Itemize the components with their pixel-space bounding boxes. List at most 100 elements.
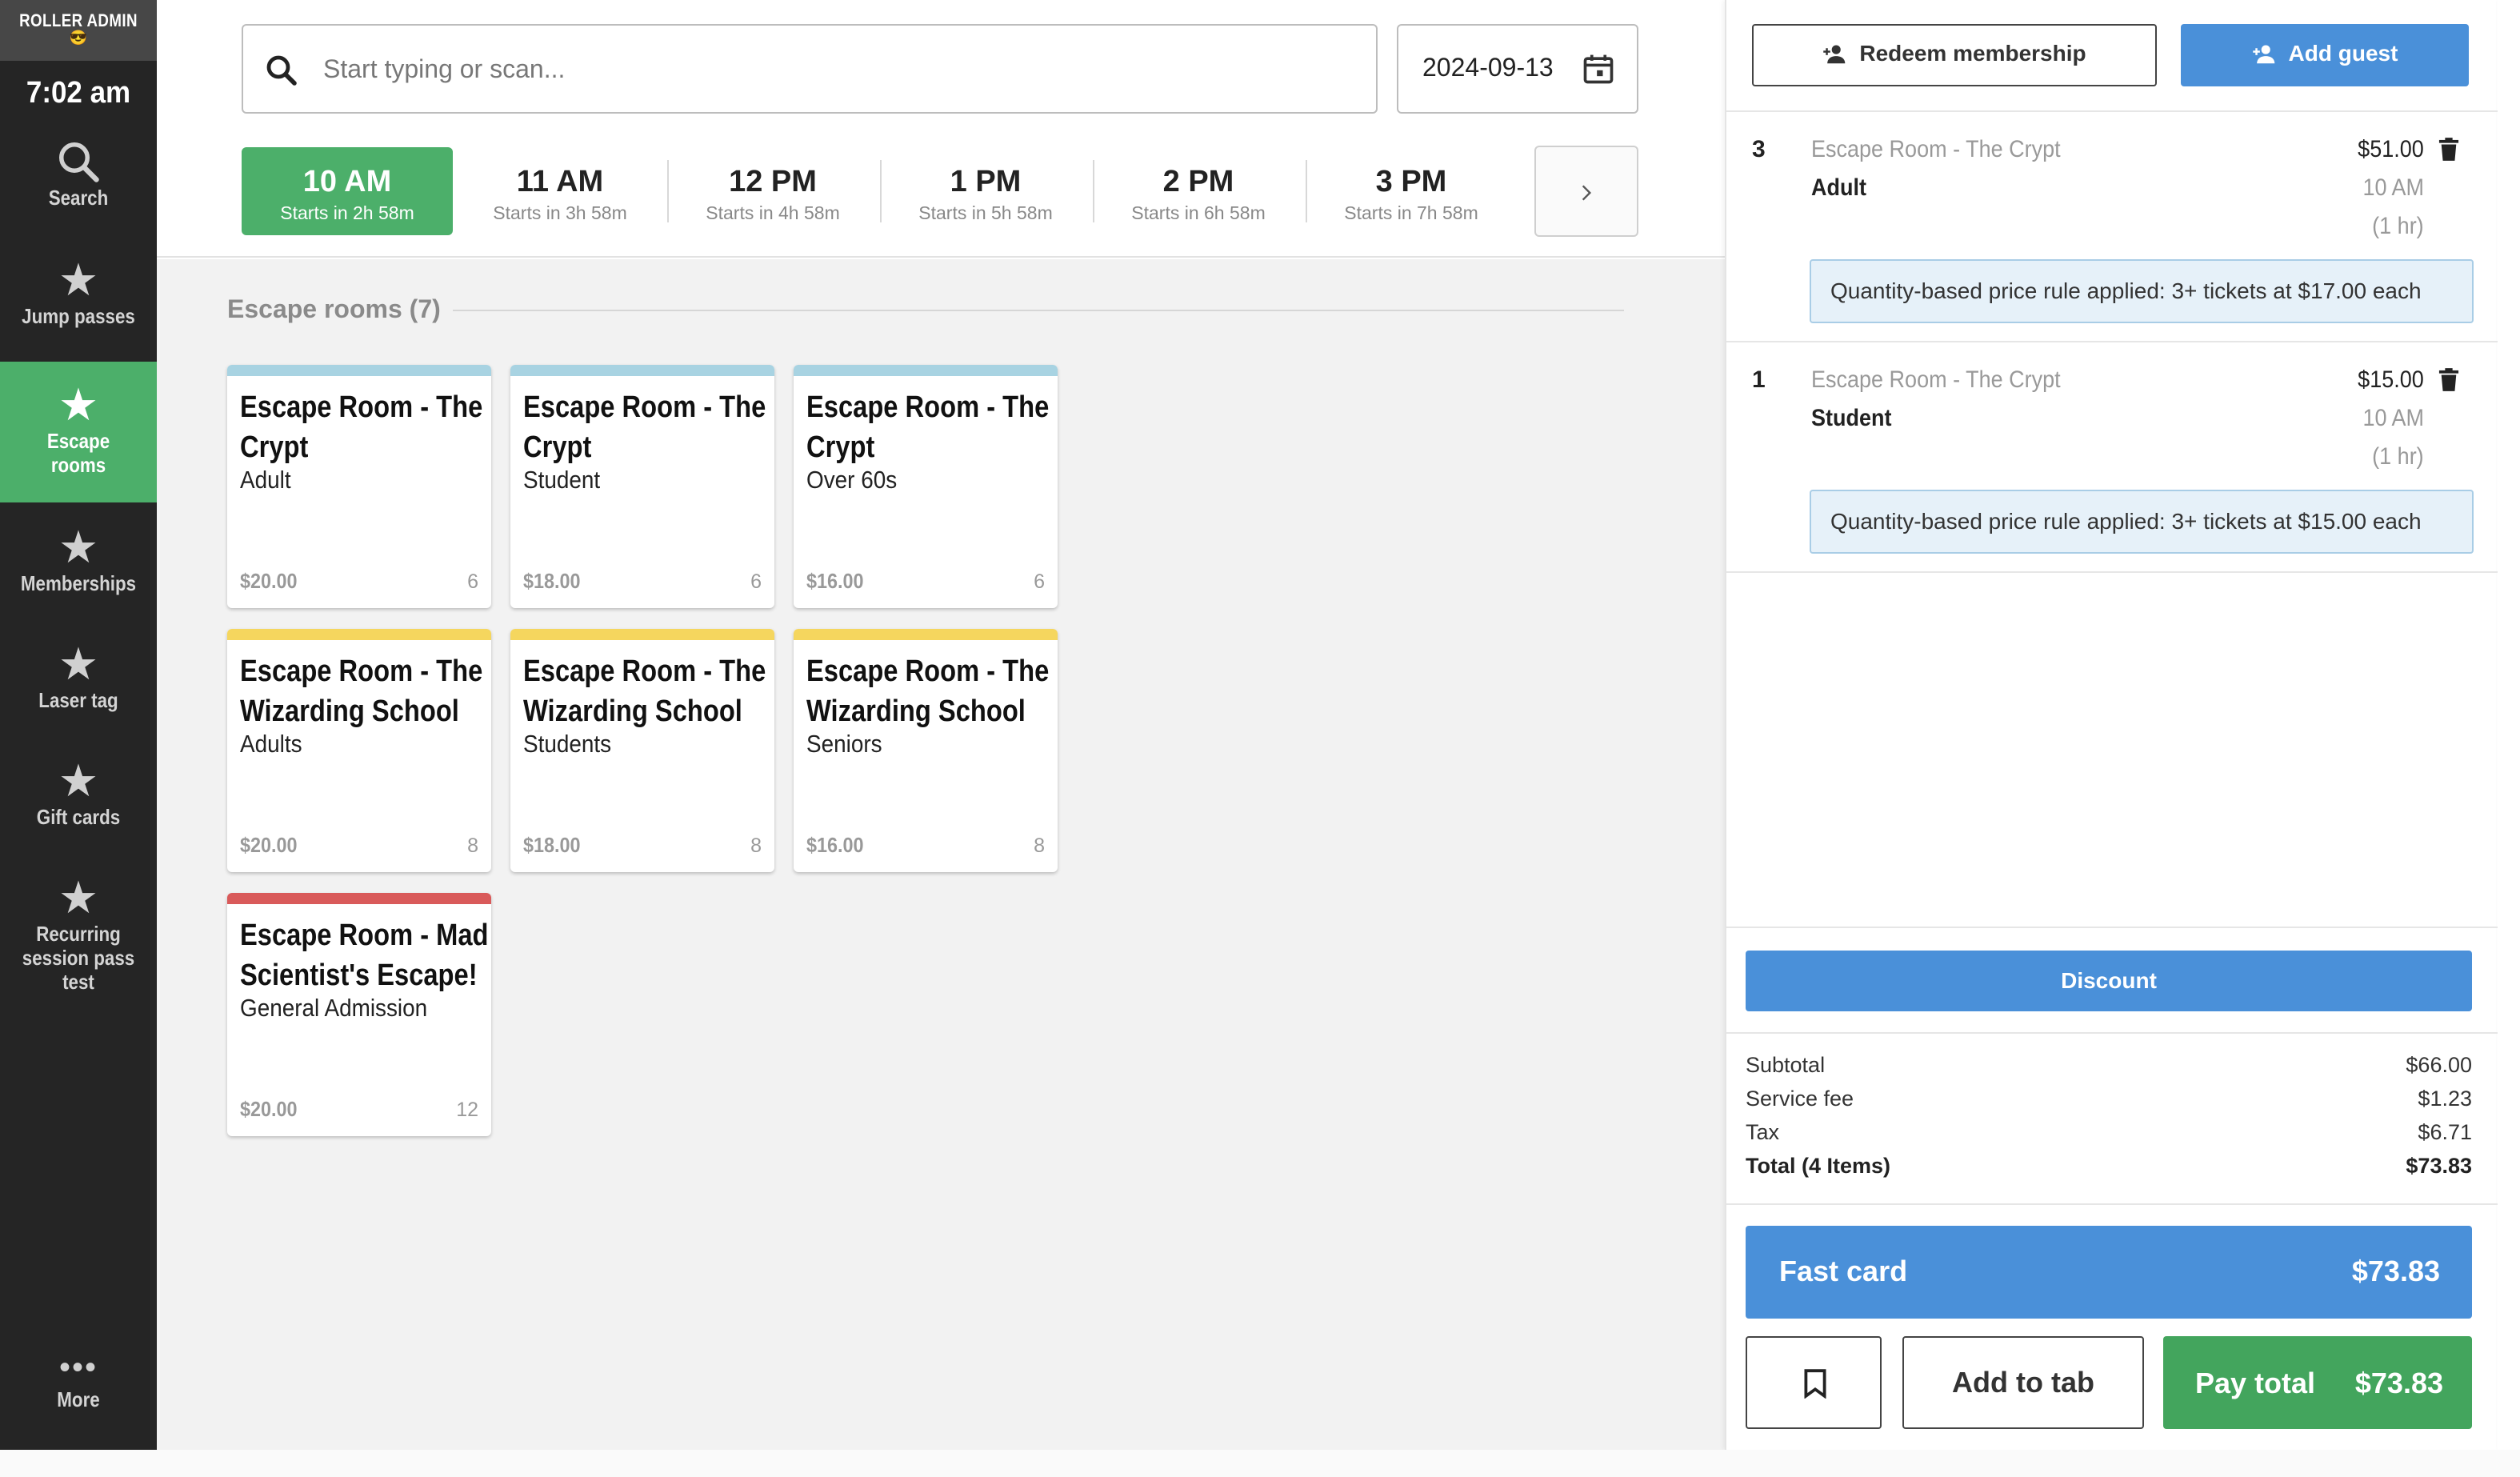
sidebar-item-label: Jump passes (22, 304, 135, 328)
product-count: 6 (467, 570, 478, 593)
sidebar-item-label: Recurring session pass test (22, 922, 135, 994)
session-tab-3pm[interactable]: 3 PM Starts in 7h 58m (1306, 147, 1517, 235)
product-color-bar (794, 629, 1058, 640)
cart-line-item[interactable]: 3 Escape Room - The Crypt Adult $51.00 1… (1726, 136, 2498, 339)
cart-divider (1726, 927, 2498, 928)
section-title: Escape rooms (7) (227, 294, 441, 323)
product-count: 12 (456, 1099, 478, 1121)
product-name: Escape Room - The Wizarding School (240, 654, 483, 728)
clock: 7:02 am (26, 76, 131, 110)
pay-total-button[interactable]: Pay total $73.83 (2163, 1336, 2472, 1429)
sidebar-item-label: Escape rooms (46, 429, 110, 477)
star-icon: ★ (58, 872, 99, 923)
calendar-icon[interactable] (1581, 51, 1616, 86)
product-count: 6 (1034, 570, 1045, 593)
cart-divider (1726, 1203, 2498, 1205)
product-card[interactable]: Escape Room - The Wizarding School Adults… (227, 629, 491, 872)
line-duration: (1 hr) (2372, 443, 2424, 470)
product-price: $18.00 (523, 833, 581, 857)
sidebar-item-label: Search (48, 186, 109, 210)
add-to-tab-button[interactable]: Add to tab (1902, 1336, 2144, 1429)
search-icon (266, 55, 297, 86)
redeem-membership-button[interactable]: Redeem membership (1752, 24, 2157, 86)
session-tab-1pm[interactable]: 1 PM Starts in 5h 58m (880, 147, 1091, 235)
session-tab-11am[interactable]: 11 AM Starts in 3h 58m (454, 147, 666, 235)
total-label: Total (4 Items) (1746, 1154, 1891, 1178)
chevron-right-icon (1582, 185, 1592, 201)
trash-icon[interactable] (2438, 138, 2459, 162)
cart-line-item[interactable]: 1 Escape Room - The Crypt Student $15.00… (1726, 366, 2498, 570)
product-color-bar (227, 365, 491, 376)
subtotal-value: $66.00 (2406, 1053, 2472, 1077)
product-price: $16.00 (806, 833, 864, 857)
sidebar-item-gift-cards[interactable]: ★ Gift cards (0, 757, 157, 837)
star-icon: ★ (58, 522, 99, 572)
cart-divider (1726, 341, 2498, 342)
product-card[interactable]: Escape Room - The Wizarding School Senior… (794, 629, 1058, 872)
sidebar-item-more[interactable]: ••• More (0, 1351, 157, 1435)
sidebar-item-jump-passes[interactable]: ★ Jump passes (0, 256, 157, 350)
date-picker[interactable]: 2024-09-13 (1397, 24, 1638, 114)
service-fee-label: Service fee (1746, 1087, 1854, 1111)
product-name: Escape Room - The Wizarding School (806, 654, 1050, 728)
session-time: 12 PM (729, 165, 817, 198)
add-guest-button[interactable]: Add guest (2181, 24, 2469, 86)
person-add-icon (2252, 45, 2274, 63)
cart-divider (1726, 571, 2498, 573)
session-starts: Starts in 6h 58m (1131, 202, 1266, 223)
sidebar-item-recurring-session-pass-test[interactable]: ★ Recurring session pass test (0, 874, 157, 1010)
section-divider (453, 310, 1624, 311)
product-count: 8 (467, 835, 478, 857)
session-starts: Starts in 7h 58m (1344, 202, 1478, 223)
product-price: $18.00 (523, 569, 581, 593)
next-sessions-button[interactable] (1534, 146, 1638, 237)
price-rule-notice: Quantity-based price rule applied: 3+ ti… (1810, 259, 2474, 323)
session-time: 1 PM (950, 165, 1022, 198)
search-icon (0, 138, 157, 186)
search-bar[interactable] (242, 24, 1378, 114)
product-name: Escape Room - The Crypt (806, 390, 1050, 464)
product-card[interactable]: Escape Room - The Wizarding School Studen… (510, 629, 774, 872)
date-value: 2024-09-13 (1422, 53, 1554, 82)
line-quantity: 1 (1752, 366, 1766, 393)
product-variant: Adult (240, 466, 291, 494)
session-starts: Starts in 3h 58m (493, 202, 627, 223)
product-color-bar (227, 893, 491, 904)
total-value: $73.83 (2406, 1154, 2472, 1178)
sidebar-item-laser-tag[interactable]: ★ Laser tag (0, 640, 157, 720)
trash-icon[interactable] (2438, 368, 2459, 392)
search-input[interactable] (323, 27, 1347, 110)
star-icon: ★ (58, 755, 99, 806)
line-time: 10 AM (2362, 405, 2424, 431)
session-tab-10am[interactable]: 10 AM Starts in 2h 58m (242, 147, 453, 235)
save-order-button[interactable] (1746, 1336, 1882, 1429)
product-card[interactable]: Escape Room - The Crypt Student $18.00 6 (510, 365, 774, 608)
product-name: Escape Room - The Wizarding School (523, 654, 766, 728)
session-tab-12pm[interactable]: 12 PM Starts in 4h 58m (667, 147, 878, 235)
product-price: $20.00 (240, 1097, 298, 1121)
line-quantity: 3 (1752, 136, 1766, 162)
session-starts: Starts in 4h 58m (706, 202, 840, 223)
sidebar-item-search[interactable]: Search (0, 138, 157, 232)
product-card[interactable]: Escape Room - The Crypt Adult $20.00 6 (227, 365, 491, 608)
sidebar-item-label: Memberships (20, 571, 137, 595)
product-color-bar (794, 365, 1058, 376)
product-name: Escape Room - Mad Scientist's Escape! (240, 919, 489, 992)
product-price: $20.00 (240, 569, 298, 593)
session-tab-2pm[interactable]: 2 PM Starts in 6h 58m (1093, 147, 1304, 235)
line-time: 10 AM (2362, 174, 2424, 201)
session-time: 11 AM (516, 165, 604, 198)
price-rule-notice: Quantity-based price rule applied: 3+ ti… (1810, 490, 2474, 554)
sidebar-item-escape-rooms[interactable]: ★ Escape rooms (0, 362, 157, 502)
add-guest-label: Add guest (2288, 40, 2398, 66)
discount-button[interactable]: Discount (1746, 951, 2472, 1011)
fast-card-button[interactable]: Fast card $73.83 (1746, 1226, 2472, 1319)
brand-emoji: 😎 (69, 30, 88, 46)
bookmark-icon (1804, 1369, 1826, 1399)
product-card[interactable]: Escape Room - Mad Scientist's Escape! Gen… (227, 893, 491, 1136)
tax-value: $6.71 (2418, 1120, 2472, 1144)
product-color-bar (510, 629, 774, 640)
sidebar-item-memberships[interactable]: ★ Memberships (0, 523, 157, 603)
sidebar-item-label: More (57, 1387, 100, 1411)
product-card[interactable]: Escape Room - The Crypt Over 60s $16.00 6 (794, 365, 1058, 608)
